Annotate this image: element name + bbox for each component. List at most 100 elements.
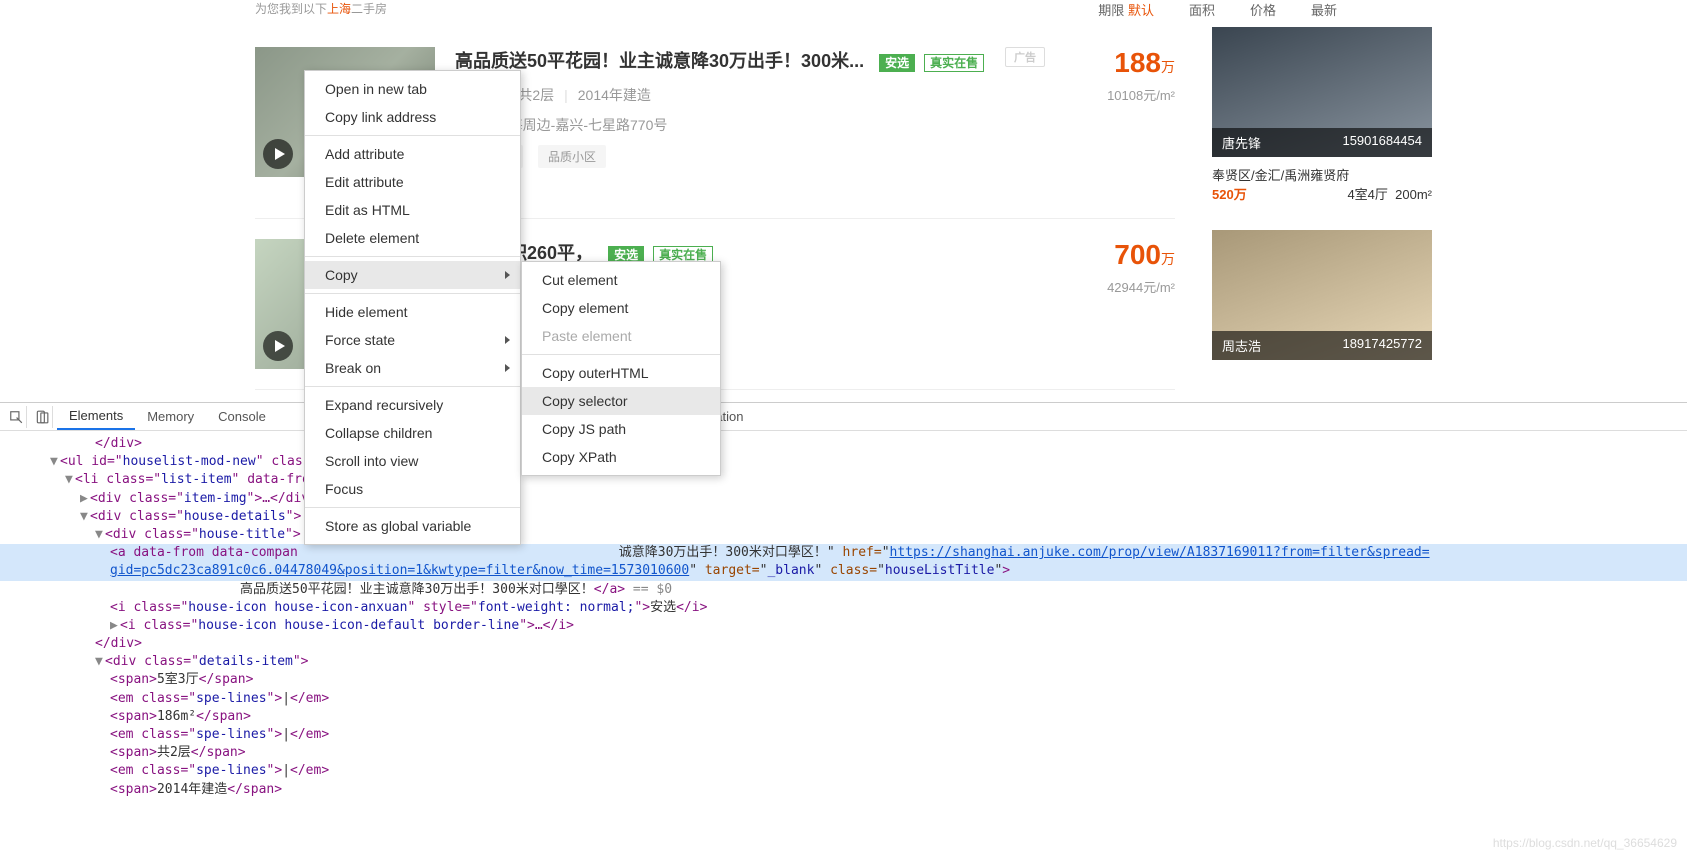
tab-console[interactable]: Console [206,404,278,429]
floors-value: 共2层 [518,87,554,103]
submenu-copy-el[interactable]: Copy element [522,294,720,322]
menu-store-global[interactable]: Store as global variable [305,512,520,540]
badge-real: 真实在售 [924,54,984,72]
submenu-cut[interactable]: Cut element [522,266,720,294]
sidebar-thumbnail[interactable]: 唐先锋 15901684454 [1212,27,1432,157]
location-row: 御墅 上海周边-嘉兴-七星路770号 [455,115,1045,135]
unit-price: 10108元/m² [1045,85,1175,104]
menu-edit-html[interactable]: Edit as HTML [305,196,520,224]
context-submenu-copy: Cut element Copy element Paste element C… [521,261,721,476]
dom-line-selected[interactable]: <a data-from data-compan 诚意降30万出手！300米对口… [0,544,1687,562]
details-row: 186m²|共2层|2014年建造 [455,85,1045,105]
menu-break-label: Break on [325,360,381,376]
dom-line[interactable]: <span>2014年建造</span> [0,781,1687,799]
chevron-right-icon [505,364,510,372]
dom-line-selected[interactable]: gid=pc5dc23ca891c0c6.04478049&position=1… [0,562,1687,580]
filter-area[interactable]: 面积 [1189,0,1215,19]
price-block: 700万 42944元/m² [1045,239,1175,369]
dom-line[interactable]: ▼<div class="house-details"> [0,508,1687,526]
menu-copy-link[interactable]: Copy link address [305,103,520,131]
menu-copy[interactable]: Copy [305,261,520,289]
filter-label: 期限 [1098,3,1124,18]
sidebar-thumbnail[interactable]: 周志浩 18917425772 [1212,230,1432,360]
chevron-right-icon [505,336,510,344]
menu-add-attr[interactable]: Add attribute [305,140,520,168]
sidebar-card[interactable]: 唐先锋 15901684454 奉贤区/金汇/禹洲雍贤府 520万 4室4厅 2… [1212,27,1432,215]
dom-line[interactable]: <span>5室3厅</span> [0,671,1687,689]
agent-phone: 15901684454 [1342,133,1422,152]
filter-price[interactable]: 价格 [1250,0,1276,19]
agent-name: 周志浩 [1222,336,1261,355]
menu-force-label: Force state [325,332,395,348]
filter-newest[interactable]: 最新 [1311,0,1337,19]
filter-value-active[interactable]: 默认 [1128,3,1154,18]
price-value: 188 [1114,47,1161,78]
dom-line[interactable]: <i class="house-icon house-icon-anxuan" … [0,599,1687,617]
shield-row: 平 [455,178,1045,198]
menu-break-on[interactable]: Break on [305,354,520,382]
play-icon[interactable] [263,139,293,169]
title-text[interactable]: 高品质送50平花园！业主诚意降30万出手！300米... [455,51,864,71]
devtools-panel: Elements Memory Console Application </di… [0,402,1687,855]
img-overlay: 唐先锋 15901684454 [1212,128,1432,157]
dom-line[interactable]: <em class="spe-lines">|</em> [0,726,1687,744]
img-overlay: 周志浩 18917425772 [1212,331,1432,360]
sidebar-card[interactable]: 周志浩 18917425772 [1212,230,1432,360]
menu-hide[interactable]: Hide element [305,298,520,326]
breadcrumb-prefix: 为您我到以下 [255,2,327,16]
built-value: 2014年建造 [578,87,651,103]
price-unit: 万 [1161,59,1175,75]
chevron-right-icon [505,271,510,279]
dom-line[interactable]: </div> [0,435,1687,453]
dom-line[interactable]: <span>共2层</span> [0,744,1687,762]
dom-line[interactable]: ▼<div class="details-item"> [0,653,1687,671]
dom-line[interactable]: ▶<div class="item-img">…</div [0,490,1687,508]
sidebar-area: 奉贤区/金汇/禹洲雍贤府 [1212,165,1432,184]
dom-tree[interactable]: </div> ▼<ul id="houselist-mod-new" class… [0,431,1687,803]
menu-delete[interactable]: Delete element [305,224,520,252]
breadcrumb-highlight: 上海 [327,2,351,16]
submenu-copy-selector[interactable]: Copy selector [522,387,720,415]
menu-edit-attr[interactable]: Edit attribute [305,168,520,196]
unit-price: 42944元/m² [1045,277,1175,296]
menu-open-tab[interactable]: Open in new tab [305,75,520,103]
sidebar-rooms: 4室4厅 [1347,187,1387,202]
price-block: 188万 10108元/m² [1045,47,1175,198]
sidebar-size: 200m² [1395,187,1432,202]
tab-elements[interactable]: Elements [57,403,135,430]
breadcrumb-suffix: 二手房 [351,2,387,16]
filter-bar: 期限 默认 面积 价格 最新 [1098,0,1337,19]
play-icon[interactable] [263,331,293,361]
inspect-icon[interactable] [5,406,27,428]
menu-collapse[interactable]: Collapse children [305,419,520,447]
menu-copy-label: Copy [325,267,358,283]
tab-memory[interactable]: Memory [135,404,206,429]
menu-focus[interactable]: Focus [305,475,520,503]
agent-name: 唐先锋 [1222,133,1261,152]
menu-expand[interactable]: Expand recursively [305,391,520,419]
dom-line[interactable]: </div> [0,635,1687,653]
sidebar-price: 520万 [1212,184,1247,203]
device-icon[interactable] [31,406,53,428]
menu-force-state[interactable]: Force state [305,326,520,354]
ad-badge: 广告 [1005,47,1045,67]
house-title: 高品质送50平花园！业主诚意降30万出手！300米... 安选 真实在售 广告 [455,47,1045,73]
sidebar: 唐先锋 15901684454 奉贤区/金汇/禹洲雍贤府 520万 4室4厅 2… [1212,27,1432,375]
agent-phone: 18917425772 [1342,336,1422,355]
tags-row: 繁华地段 品质小区 [455,145,1045,168]
menu-scroll[interactable]: Scroll into view [305,447,520,475]
dom-line[interactable]: <em class="spe-lines">|</em> [0,690,1687,708]
dom-line[interactable]: <em class="spe-lines">|</em> [0,762,1687,780]
watermark: https://blog.csdn.net/qq_36654629 [1493,836,1677,850]
dom-line[interactable]: ▼<li class="list-item" data-fro [0,471,1687,489]
context-menu: Open in new tab Copy link address Add at… [304,70,521,545]
submenu-xpath[interactable]: Copy XPath [522,443,720,471]
submenu-outer-html[interactable]: Copy outerHTML [522,359,720,387]
sidebar-info: 奉贤区/金汇/禹洲雍贤府 520万 4室4厅 200m² [1212,157,1432,215]
dom-line[interactable]: ▼<ul id="houselist-mod-new" class [0,453,1687,471]
dom-line[interactable]: 高品质送50平花园！业主诚意降30万出手！300米对口學区！</a> == $0 [0,581,1687,599]
submenu-js-path[interactable]: Copy JS path [522,415,720,443]
dom-line[interactable]: ▼<div class="house-title"> [0,526,1687,544]
dom-line[interactable]: ▶<i class="house-icon house-icon-default… [0,617,1687,635]
dom-line[interactable]: <span>186m²</span> [0,708,1687,726]
